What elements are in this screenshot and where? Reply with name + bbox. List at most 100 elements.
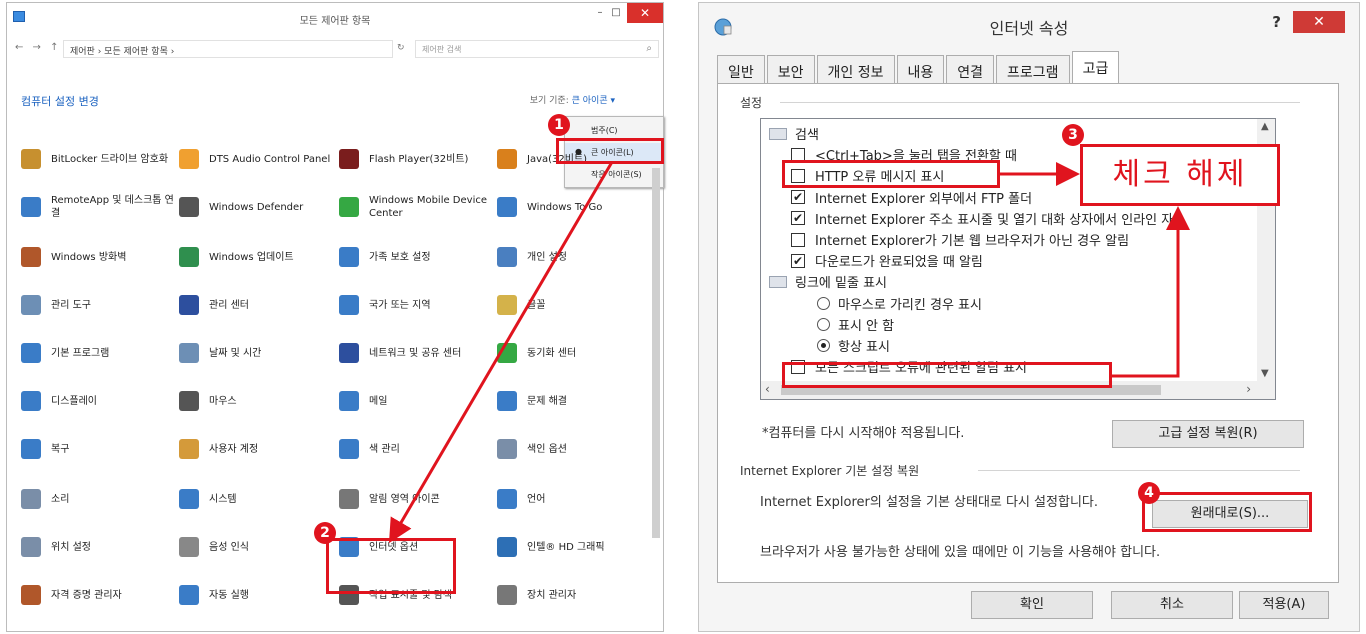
control-panel-item[interactable]: 자동 실행 <box>179 578 335 612</box>
reset-warning: 브라우저가 사용 불가능한 상태에 있을 때에만 이 기능을 사용해야 합니다. <box>760 545 1161 560</box>
settings-row-label: Internet Explorer 외부에서 FTP 폴더 <box>815 191 1033 207</box>
tab-connections[interactable]: 연결 <box>946 55 995 85</box>
control-panel-item[interactable]: 언어 <box>497 482 647 516</box>
search-input[interactable]: 제어판 검색 ⌕ <box>415 40 659 58</box>
settings-checkbox-row[interactable]: ✔ Internet Explorer 주소 표시줄 및 열기 대화 상자에서 인… <box>791 208 1173 229</box>
control-panel-item[interactable]: Windows 방화벽 <box>21 240 177 274</box>
control-panel-item-label: 날짜 및 시간 <box>209 347 262 359</box>
fonts-icon <box>497 295 517 315</box>
control-panel-item[interactable]: 문제 해결 <box>497 384 647 418</box>
close-button[interactable]: ✕ <box>627 3 663 23</box>
tab-advanced[interactable]: 고급 <box>1071 51 1120 85</box>
nav-arrows[interactable]: ← → ↑ <box>15 42 62 53</box>
control-panel-item[interactable]: 음성 인식 <box>179 530 335 564</box>
control-panel-item[interactable]: 디스플레이 <box>21 384 177 418</box>
settings-checkbox-row[interactable]: ✔ Internet Explorer 외부에서 FTP 폴더 <box>791 187 1032 208</box>
page-heading: 컴퓨터 설정 변경 <box>21 95 99 108</box>
settings-radio-row[interactable]: 마우스로 가리킨 경우 표시 <box>817 293 982 314</box>
restart-note: *컴퓨터를 다시 시작해야 적용됩니다. <box>762 426 965 441</box>
control-panel-item[interactable]: Windows 업데이트 <box>179 240 335 274</box>
control-panel-item[interactable]: Flash Player(32비트) <box>339 142 495 176</box>
control-panel-item[interactable]: 관리 센터 <box>179 288 335 322</box>
control-panel-item[interactable]: 마우스 <box>179 384 335 418</box>
control-panel-item[interactable]: 위치 설정 <box>21 530 177 564</box>
settings-category: 검색 <box>769 123 819 144</box>
control-panel-item[interactable]: 개인 설정 <box>497 240 647 274</box>
scroll-left-icon[interactable]: ‹ <box>765 382 770 396</box>
help-button[interactable]: ? <box>1272 13 1281 31</box>
tab-content[interactable]: 내용 <box>896 55 945 85</box>
control-panel-item[interactable]: 시스템 <box>179 482 335 516</box>
control-panel-item[interactable]: Windows Defender <box>179 190 335 224</box>
control-panel-item[interactable]: DTS Audio Control Panel <box>179 142 335 176</box>
control-panel-item[interactable]: 사용자 계정 <box>179 432 335 466</box>
control-panel-item-label: 인텔® HD 그래픽 <box>527 541 605 553</box>
refresh-icon[interactable]: ↻ <box>397 43 405 53</box>
settings-checkbox-row[interactable]: Internet Explorer가 기본 웹 브라우저가 아닌 경우 알림 <box>791 229 1129 250</box>
tab-programs[interactable]: 프로그램 <box>996 55 1070 85</box>
mobile-center-icon <box>339 197 359 217</box>
control-panel-item[interactable]: 네트워크 및 공유 센터 <box>339 336 495 370</box>
maximize-icon[interactable]: □ <box>609 7 623 21</box>
checkbox-checked[interactable]: ✔ <box>791 190 805 205</box>
control-panel-item[interactable]: 알림 영역 아이콘 <box>339 482 495 516</box>
folder-icon <box>769 127 787 140</box>
control-panel-item[interactable]: 자격 증명 관리자 <box>21 578 177 612</box>
control-panel-item[interactable]: BitLocker 드라이브 암호화 <box>21 142 177 176</box>
control-panel-item[interactable]: RemoteApp 및 데스크톱 연결 <box>21 190 177 224</box>
control-panel-item[interactable]: 장치 관리자 <box>497 578 647 612</box>
apply-button[interactable]: 적용(A) <box>1239 591 1329 619</box>
radio[interactable] <box>817 296 830 310</box>
control-panel-item-label: 색 관리 <box>369 443 400 455</box>
control-panel-item[interactable]: 색인 옵션 <box>497 432 647 466</box>
checkbox[interactable] <box>791 232 805 247</box>
control-panel-item[interactable]: 인텔® HD 그래픽 <box>497 530 647 564</box>
firewall-icon <box>21 247 41 267</box>
minimize-icon[interactable]: – <box>593 7 607 21</box>
control-panel-item-label: 국가 또는 지역 <box>369 299 431 311</box>
control-panel-item[interactable]: 소리 <box>21 482 177 516</box>
radio[interactable] <box>817 317 830 331</box>
view-by-dropdown[interactable]: 큰 아이콘 ▾ <box>572 96 615 106</box>
control-panel-item-label: 개인 설정 <box>527 251 567 263</box>
close-button[interactable]: ✕ <box>1293 11 1345 33</box>
cancel-button[interactable]: 취소 <box>1111 591 1233 619</box>
control-panel-item[interactable]: 글꼴 <box>497 288 647 322</box>
control-panel-item[interactable]: 날짜 및 시간 <box>179 336 335 370</box>
tab-bar: 일반 보안 개인 정보 내용 연결 프로그램 고급 <box>717 51 1121 85</box>
control-panel-item[interactable]: 기본 프로그램 <box>21 336 177 370</box>
address-path[interactable]: 제어판 › 모든 제어판 항목 › <box>63 40 393 58</box>
ok-button[interactable]: 확인 <box>971 591 1093 619</box>
control-panel-item-label: Windows 방화벽 <box>51 251 127 263</box>
radio-selected[interactable] <box>817 339 830 352</box>
settings-row-label: Internet Explorer가 기본 웹 브라우저가 아닌 경우 알림 <box>815 234 1130 249</box>
scroll-up-icon[interactable]: ▲ <box>1261 121 1269 132</box>
settings-checkbox-row[interactable]: ✔ 다운로드가 완료되었을 때 알림 <box>791 250 983 271</box>
control-panel-item[interactable]: Windows To Go <box>497 190 647 224</box>
settings-row-label: Internet Explorer 주소 표시줄 및 열기 대화 상자에서 인라… <box>815 212 1174 228</box>
java-icon <box>497 149 517 169</box>
control-panel-item-label: 언어 <box>527 493 546 505</box>
control-panel-item[interactable]: Windows Mobile Device Center <box>339 190 495 224</box>
control-panel-item[interactable]: 동기화 센터 <box>497 336 647 370</box>
settings-radio-row[interactable]: 항상 표시 <box>817 335 890 356</box>
control-panel-item[interactable]: 가족 보호 설정 <box>339 240 495 274</box>
step-1-badge: 1 <box>548 114 570 136</box>
control-panel-item[interactable]: 국가 또는 지역 <box>339 288 495 322</box>
control-panel-item[interactable]: 복구 <box>21 432 177 466</box>
control-panel-item[interactable]: 색 관리 <box>339 432 495 466</box>
scroll-right-icon[interactable]: › <box>1246 382 1251 396</box>
personalize-icon <box>497 247 517 267</box>
scroll-down-icon[interactable]: ▼ <box>1261 368 1269 379</box>
tab-security[interactable]: 보안 <box>766 55 815 85</box>
checkbox-checked[interactable]: ✔ <box>791 211 805 226</box>
scrollbar[interactable] <box>652 168 660 538</box>
control-panel-item[interactable]: 메일 <box>339 384 495 418</box>
control-panel-item[interactable]: 관리 도구 <box>21 288 177 322</box>
settings-radio-row[interactable]: 표시 안 함 <box>817 314 894 335</box>
checkbox-checked[interactable]: ✔ <box>791 253 805 268</box>
highlight-internet-options <box>326 538 456 594</box>
tab-general[interactable]: 일반 <box>717 55 765 85</box>
restore-advanced-button[interactable]: 고급 설정 복원(R) <box>1112 420 1304 448</box>
tab-privacy[interactable]: 개인 정보 <box>816 55 895 85</box>
